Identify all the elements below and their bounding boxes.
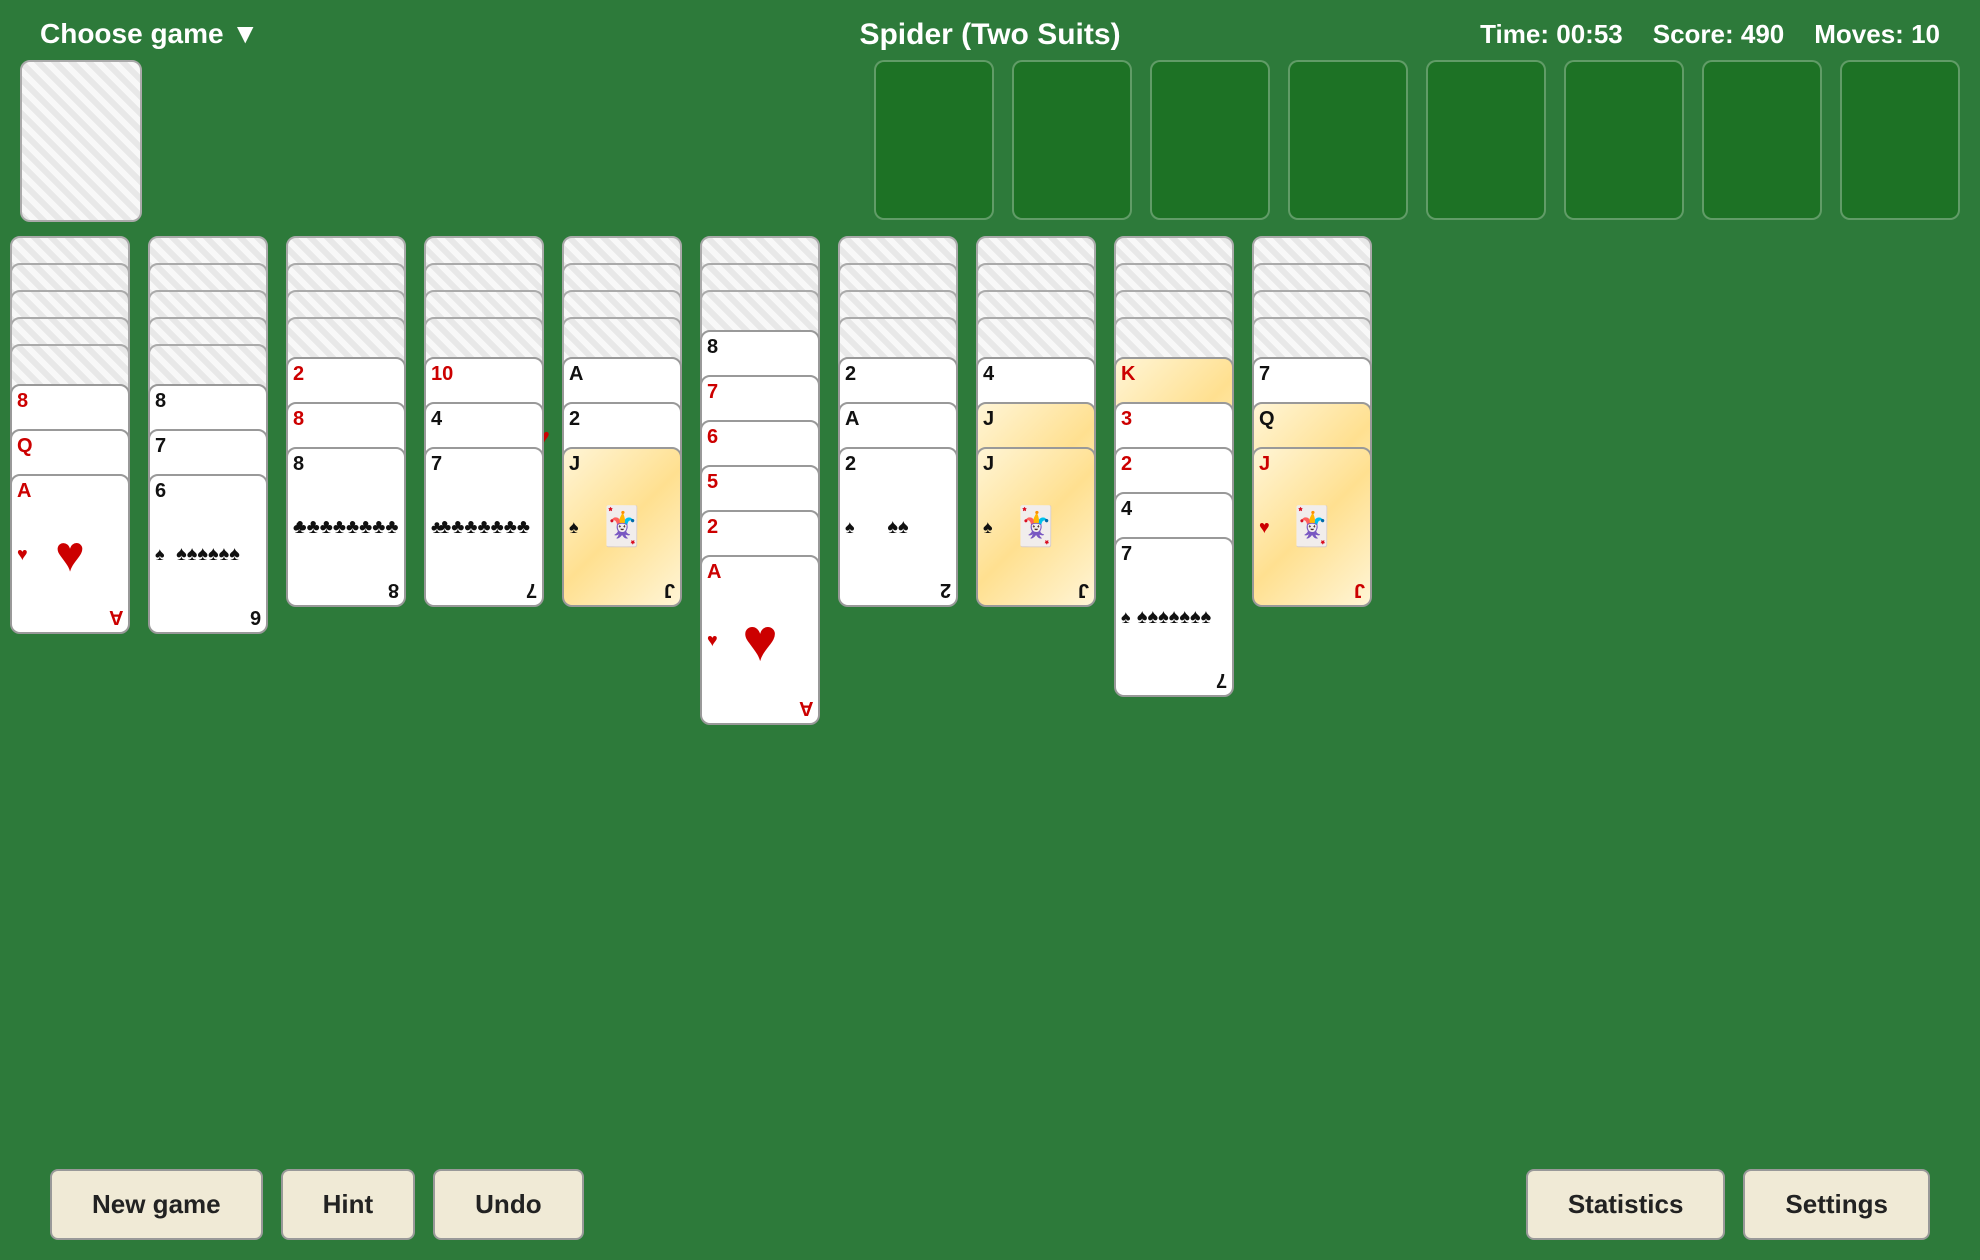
card-8c[interactable]: 8 ♣ ♣♣♣♣♣♣♣♣ 8 [286, 447, 406, 607]
foundation-slot-3 [1150, 60, 1270, 220]
statistics-button[interactable]: Statistics [1526, 1169, 1726, 1240]
column-2: 8 ♠ ♠♠ 8 7 ♠ ♠♠♠ 7 6 ♠ ♠♠♠♠♠♠ 6 [148, 236, 268, 634]
column-5: A ♠ ♠ A 2 ♠ ♠♠ 2 J ♠ 🃏 J [562, 236, 682, 607]
column-9: K ♥ 👑 K 3 ♥ ♥♥♥ 3 2 ♥ ♥♥ 2 4 ♠ ♠♠♠♠ 4 7 … [1114, 236, 1234, 697]
hint-button[interactable]: Hint [281, 1169, 416, 1240]
moves-display: Moves: 10 [1814, 19, 1940, 50]
card-7c[interactable]: 7 ♣ ♣♣♣♣♣♣♣ 7 [424, 447, 544, 607]
header: Choose game ▼ Spider (Two Suits) Time: 0… [0, 0, 1980, 60]
card-ah[interactable]: A ♥ ♥ A [10, 474, 130, 634]
column-10: 7 ♣ ♣♣♣♣♣♣♣ 7 Q ♠ 👸 Q J ♥ 🃏 J [1252, 236, 1372, 607]
column-6: 8 ♠ ♠♠♠♠♠♠♠♠ 8 7 ♥ ♥♥♥♥♥♥♥ 7 6 ♥ ♥♥♥♥♥♥ … [700, 236, 820, 725]
card-ah2[interactable]: A ♥ ♥ A [700, 555, 820, 725]
column-4: 10 ♥ ♥♥♥♥♥♥♥♥♥♥ 10 4 ♠ ♠♠♠♠ 4 7 ♣ ♣♣♣♣♣♣… [424, 236, 544, 607]
card-7s2[interactable]: 7 ♠ ♠♠♠♠♠♠♠ 7 [1114, 537, 1234, 697]
stock-pile[interactable] [20, 60, 142, 222]
card-2s3[interactable]: 2 ♠ ♠♠ 2 [838, 447, 958, 607]
column-7: 2 ♠ ♠♠ 2 A ♠ ♠ A 2 ♠ ♠♠ 2 [838, 236, 958, 607]
score-display: Score: 490 [1653, 19, 1785, 50]
column-1: 8 ♥ ♥♥ 8 Q ♥ 👑 Q A ♥ ♥ A [10, 236, 130, 634]
foundation-slot-5 [1426, 60, 1546, 220]
footer-right: Statistics Settings [1526, 1169, 1930, 1240]
foundation-slot-4 [1288, 60, 1408, 220]
footer-left: New game Hint Undo [50, 1169, 584, 1240]
foundation-slot-8 [1840, 60, 1960, 220]
settings-button[interactable]: Settings [1743, 1169, 1930, 1240]
columns-area: 8 ♥ ♥♥ 8 Q ♥ 👑 Q A ♥ ♥ A 8 ♠ ♠♠ 8 [0, 236, 1980, 725]
top-row [0, 60, 1980, 222]
card-js[interactable]: J ♠ 🃏 J [562, 447, 682, 607]
footer: New game Hint Undo Statistics Settings [0, 1169, 1980, 1240]
time-display: Time: 00:53 [1480, 19, 1623, 50]
card-js3[interactable]: J ♠ 🃏 J [976, 447, 1096, 607]
new-game-button[interactable]: New game [50, 1169, 263, 1240]
column-8: 4 ♠ ♠♠♠♠ 4 J ♠ 🃏 J J ♠ 🃏 J [976, 236, 1096, 607]
choose-game-label: Choose game ▼ [40, 18, 259, 50]
choose-game-button[interactable]: Choose game ▼ [40, 18, 259, 50]
undo-button[interactable]: Undo [433, 1169, 583, 1240]
foundation-slot-7 [1702, 60, 1822, 220]
card-jh[interactable]: J ♥ 🃏 J [1252, 447, 1372, 607]
foundation-slot-2 [1012, 60, 1132, 220]
foundation-slot-6 [1564, 60, 1684, 220]
column-3: 2 ♥ ♥♥ 2 8 ♥ ♥♥♥♥♥♥♥♥ 8 8 ♣ ♣♣♣♣♣♣♣♣ 8 [286, 236, 406, 607]
foundation-slot-1 [874, 60, 994, 220]
stats-bar: Time: 00:53 Score: 490 Moves: 10 [1480, 19, 1940, 50]
card-6s[interactable]: 6 ♠ ♠♠♠♠♠♠ 6 [148, 474, 268, 634]
game-title: Spider (Two Suits) [859, 18, 1120, 52]
